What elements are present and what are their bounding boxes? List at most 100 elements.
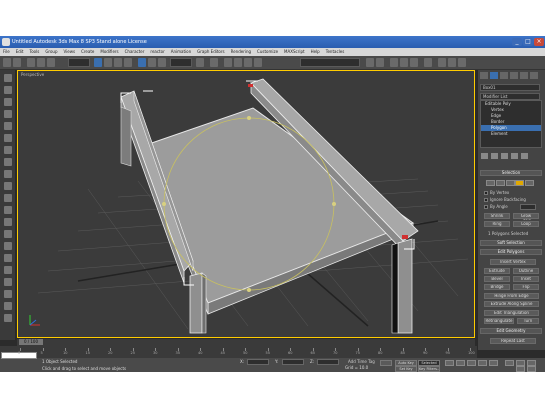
selection-rollout-header[interactable]: Selection	[480, 170, 542, 176]
select-manipulate-icon[interactable]	[210, 58, 218, 67]
z-coord-field[interactable]	[317, 359, 339, 365]
outline-button[interactable]: Outline	[513, 268, 539, 274]
select-by-name-icon[interactable]	[104, 58, 112, 67]
menu-item-help[interactable]: Help	[311, 49, 320, 54]
menu-item-animation[interactable]: Animation	[171, 49, 191, 54]
ring-button[interactable]: Ring	[484, 221, 510, 227]
window-crossing-icon[interactable]	[124, 58, 132, 67]
tool-icon-19[interactable]	[4, 290, 12, 298]
x-coord-field[interactable]	[247, 359, 269, 365]
play-icon[interactable]	[467, 360, 476, 366]
insert-vertex-button[interactable]: Insert Vertex	[490, 259, 536, 265]
select-object-icon[interactable]	[94, 58, 102, 67]
motion-tab-icon[interactable]	[510, 72, 518, 79]
tool-icon-1[interactable]	[4, 74, 12, 82]
select-link-icon[interactable]	[27, 58, 35, 67]
time-slider-thumb[interactable]: 0 / 100	[19, 339, 43, 345]
layer-manager-icon[interactable]	[390, 58, 398, 67]
tool-icon-2[interactable]	[4, 86, 12, 94]
menu-item-group[interactable]: Group	[45, 49, 57, 54]
retriangulate-button[interactable]: Retriangulate	[484, 318, 514, 324]
curve-editor-icon[interactable]	[400, 58, 408, 67]
tool-icon-18[interactable]	[4, 278, 12, 286]
menu-item-graph-editors[interactable]: Graph Editors	[197, 49, 224, 54]
menu-item-maxscript[interactable]: MAXScript	[284, 49, 305, 54]
by-vertex-checkbox[interactable]	[484, 191, 488, 195]
tool-icon-8[interactable]	[4, 158, 12, 166]
time-slider-bar[interactable]	[17, 338, 475, 346]
pin-stack-icon[interactable]	[481, 153, 488, 159]
configure-modifier-sets-icon[interactable]	[521, 153, 528, 159]
create-tab-icon[interactable]	[480, 72, 488, 79]
close-button[interactable]: ×	[534, 38, 544, 46]
menu-item-rendering[interactable]: Rendering	[231, 49, 251, 54]
minimize-button[interactable]: _	[512, 38, 522, 46]
edit-geometry-rollout[interactable]: Edit Geometry	[480, 328, 542, 334]
add-time-tag-label[interactable]: Add Time Tag	[348, 359, 375, 364]
repeat-last-button[interactable]: Repeat Last	[490, 338, 536, 344]
menu-item-edit[interactable]: Edit	[16, 49, 24, 54]
angle-spinner[interactable]: 45.0	[520, 204, 536, 221]
track-bar[interactable]	[0, 346, 477, 358]
make-unique-icon[interactable]	[501, 153, 508, 159]
bridge-button[interactable]: Bridge	[484, 284, 510, 290]
loop-button[interactable]: Loop	[513, 221, 539, 227]
grow-button[interactable]: Grow	[513, 213, 539, 219]
hinge-from-edge-button[interactable]: Hinge From Edge	[484, 293, 539, 299]
spinner-snap-icon[interactable]	[254, 58, 262, 67]
perspective-viewport[interactable]	[17, 70, 475, 338]
utilities-tab-icon[interactable]	[530, 72, 538, 79]
rectangular-selection-icon[interactable]	[114, 58, 122, 67]
menu-item-tools[interactable]: Tools	[29, 49, 39, 54]
menu-item-reactor[interactable]: reactor	[150, 49, 164, 54]
reference-coordinate-dropdown[interactable]: View	[170, 58, 192, 75]
set-key-button[interactable]: Set Key	[395, 366, 417, 372]
go-to-start-icon[interactable]	[445, 360, 454, 366]
tool-icon-4[interactable]	[4, 110, 12, 118]
tool-icon-11[interactable]	[4, 194, 12, 202]
menu-item-customize[interactable]: Customize	[257, 49, 278, 54]
by-angle-checkbox[interactable]	[484, 205, 488, 209]
orbit-icon[interactable]	[516, 366, 525, 372]
redo-icon[interactable]	[13, 58, 21, 67]
render-setup-icon[interactable]	[438, 58, 446, 67]
shrink-button[interactable]: Shrink	[484, 213, 510, 219]
pivot-center-icon[interactable]	[196, 58, 204, 67]
tool-icon-3[interactable]	[4, 98, 12, 106]
hierarchy-tab-icon[interactable]	[500, 72, 508, 79]
tool-icon-12[interactable]	[4, 206, 12, 214]
polygon-subobject-icon[interactable]	[515, 180, 524, 186]
extrude-button[interactable]: Extrude	[484, 268, 510, 274]
tool-icon-7[interactable]	[4, 146, 12, 154]
menu-item-views[interactable]: Views	[64, 49, 76, 54]
modifier-list-dropdown[interactable]: Modifier List	[480, 93, 540, 100]
tool-icon-13[interactable]	[4, 218, 12, 226]
edit-triangulation-button[interactable]: Edit Triangulation	[484, 310, 539, 316]
tool-icon-16[interactable]	[4, 254, 12, 262]
unlink-icon[interactable]	[37, 58, 45, 67]
previous-frame-icon[interactable]	[456, 360, 465, 366]
go-to-end-icon[interactable]	[489, 360, 498, 366]
modify-tab-icon[interactable]	[490, 72, 498, 79]
turn-button[interactable]: Turn	[517, 318, 539, 324]
viewport-label[interactable]: Perspective	[21, 72, 44, 77]
select-and-scale-icon[interactable]	[158, 58, 166, 67]
quick-render-icon[interactable]	[458, 58, 466, 67]
maximize-button[interactable]: □	[523, 38, 533, 46]
border-subobject-icon[interactable]	[506, 180, 515, 186]
tool-icon-9[interactable]	[4, 170, 12, 178]
lock-selection-button[interactable]	[380, 360, 392, 366]
tool-icon-14[interactable]	[4, 230, 12, 238]
edge-subobject-icon[interactable]	[496, 180, 505, 186]
inset-button[interactable]: Inset	[513, 276, 539, 282]
remove-modifier-icon[interactable]	[511, 153, 518, 159]
y-coord-field[interactable]	[282, 359, 304, 365]
undo-icon[interactable]	[3, 58, 11, 67]
vertex-subobject-icon[interactable]	[486, 180, 495, 186]
bind-space-warp-icon[interactable]	[47, 58, 55, 67]
soft-selection-rollout[interactable]: Soft Selection	[480, 240, 542, 246]
menu-item-modifiers[interactable]: Modifiers	[100, 49, 118, 54]
menu-item-character[interactable]: Character	[125, 49, 145, 54]
next-frame-icon[interactable]	[478, 360, 487, 366]
select-and-move-icon[interactable]	[138, 58, 146, 67]
